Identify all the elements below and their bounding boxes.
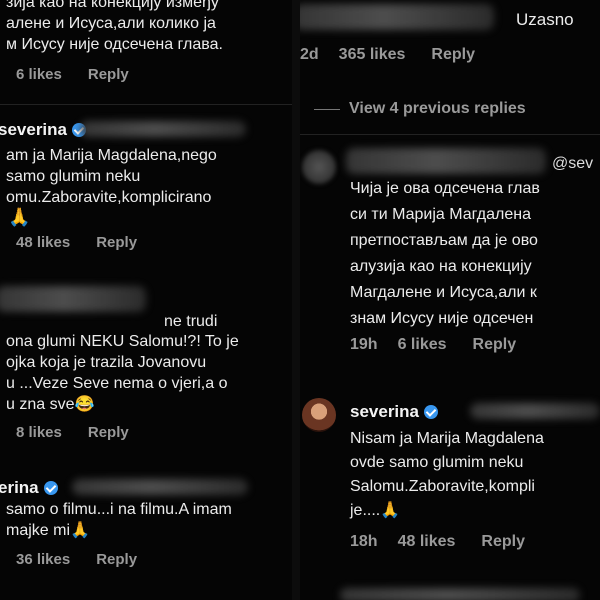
reply-link[interactable]: Reply — [96, 551, 137, 568]
reply-link[interactable]: Reply — [96, 234, 137, 251]
redacted-name — [470, 403, 600, 419]
comment-text-line: 🙏 — [8, 207, 31, 227]
divider — [0, 104, 292, 105]
verified-badge-icon — [424, 405, 438, 419]
reply-link[interactable]: Reply — [88, 66, 129, 83]
redacted-name — [80, 121, 246, 137]
comment-meta: 18h 48 likes Reply — [350, 533, 525, 551]
likes-count[interactable]: 48 likes — [16, 234, 70, 251]
comment-meta: 2d 365 likes Reply — [300, 46, 475, 64]
comment-text-line: je....🙏 — [350, 502, 401, 519]
comment-meta: 6 likes Reply — [16, 66, 129, 83]
comment-text-line: Чија је ова одсечена глав — [350, 180, 540, 197]
redacted-name — [300, 4, 494, 30]
comment-text-line: omu.Zaboravite,komplicirano — [6, 189, 212, 206]
divider — [300, 134, 600, 135]
likes-count[interactable]: 36 likes — [16, 551, 70, 568]
comment-text-line: am ja Marija Magdalena,nego — [6, 147, 217, 164]
likes-count[interactable]: 8 likes — [16, 424, 62, 441]
redacted-name — [72, 479, 248, 495]
comment-text-line: samo o filmu...i na filmu.A imam — [6, 501, 232, 518]
timestamp: 2d — [300, 46, 319, 63]
username[interactable]: erina — [0, 478, 58, 498]
timestamp: 18h — [350, 533, 378, 550]
likes-count[interactable]: 365 likes — [339, 46, 406, 63]
comment-text-line: ona glumi NEKU Salomu!?! To je — [6, 333, 239, 350]
reply-link[interactable]: Reply — [431, 46, 475, 63]
comment-meta: 48 likes Reply — [16, 234, 137, 251]
comment-text-line: u zna sve😂 — [6, 396, 95, 413]
username[interactable]: severina — [350, 402, 438, 422]
comment-meta: 19h 6 likes Reply — [350, 336, 516, 354]
comment-text-line: u ...Veze Seve nema o vjeri,a o — [6, 375, 228, 392]
comment-text-line: ovde samo glumim neku — [350, 454, 524, 471]
verified-badge-icon — [43, 481, 58, 495]
reply-link[interactable]: Reply — [481, 533, 525, 550]
comment-text-line: претпостављам да је ово — [350, 232, 538, 249]
comment-text-line: majke mi🙏 — [6, 522, 90, 539]
avatar[interactable] — [302, 398, 336, 432]
comment-text-line: алузија као на конекцију — [350, 258, 532, 275]
avatar[interactable] — [302, 150, 336, 184]
comment-text-line: знам Исусу није одсечен — [350, 310, 534, 327]
image-divider — [292, 0, 300, 600]
comment-text-line: м Исусу није одсечена глава. — [6, 36, 223, 53]
username[interactable]: severina — [0, 120, 86, 140]
comment-text-line: алене и Исуса,али колико ја — [6, 15, 216, 32]
reply-link[interactable]: Reply — [88, 424, 129, 441]
redacted-name — [346, 148, 546, 174]
comment-text-line: Salomu.Zaboravite,kompli — [350, 478, 535, 495]
redacted-name — [340, 588, 580, 600]
comment-text-line: Nisam ja Marija Magdalena — [350, 430, 544, 447]
redacted-name — [0, 286, 146, 312]
comment-text-line: Uzasno — [516, 10, 574, 29]
mention[interactable]: @sev — [552, 153, 593, 175]
replies-rule — [314, 109, 340, 110]
comment-text-line: ojka koja je trazila Jovanovu — [6, 354, 207, 371]
likes-count[interactable]: 48 likes — [398, 533, 456, 550]
left-screenshot: зија као на конекцију између алене и Ису… — [0, 0, 292, 600]
right-screenshot: Uzasno 2d 365 likes Reply View 4 previous … — [300, 0, 600, 600]
likes-count[interactable]: 6 likes — [16, 66, 62, 83]
reply-link[interactable]: Reply — [473, 336, 517, 353]
comment-meta: 36 likes Reply — [16, 551, 137, 568]
comment-text-line: зија као на конекцију између — [6, 0, 219, 11]
comment-text-line: си ти Марија Магдалена — [350, 206, 531, 223]
comment-text-line: samo glumim neku — [6, 168, 141, 185]
comment-meta: 8 likes Reply — [16, 424, 129, 441]
likes-count[interactable]: 6 likes — [398, 336, 447, 353]
view-replies-link[interactable]: View 4 previous replies — [349, 100, 526, 118]
comment-text-line: Магдалене и Исуса,али к — [350, 284, 537, 301]
comment-text-line: ne trudi — [164, 313, 218, 330]
timestamp: 19h — [350, 336, 378, 353]
